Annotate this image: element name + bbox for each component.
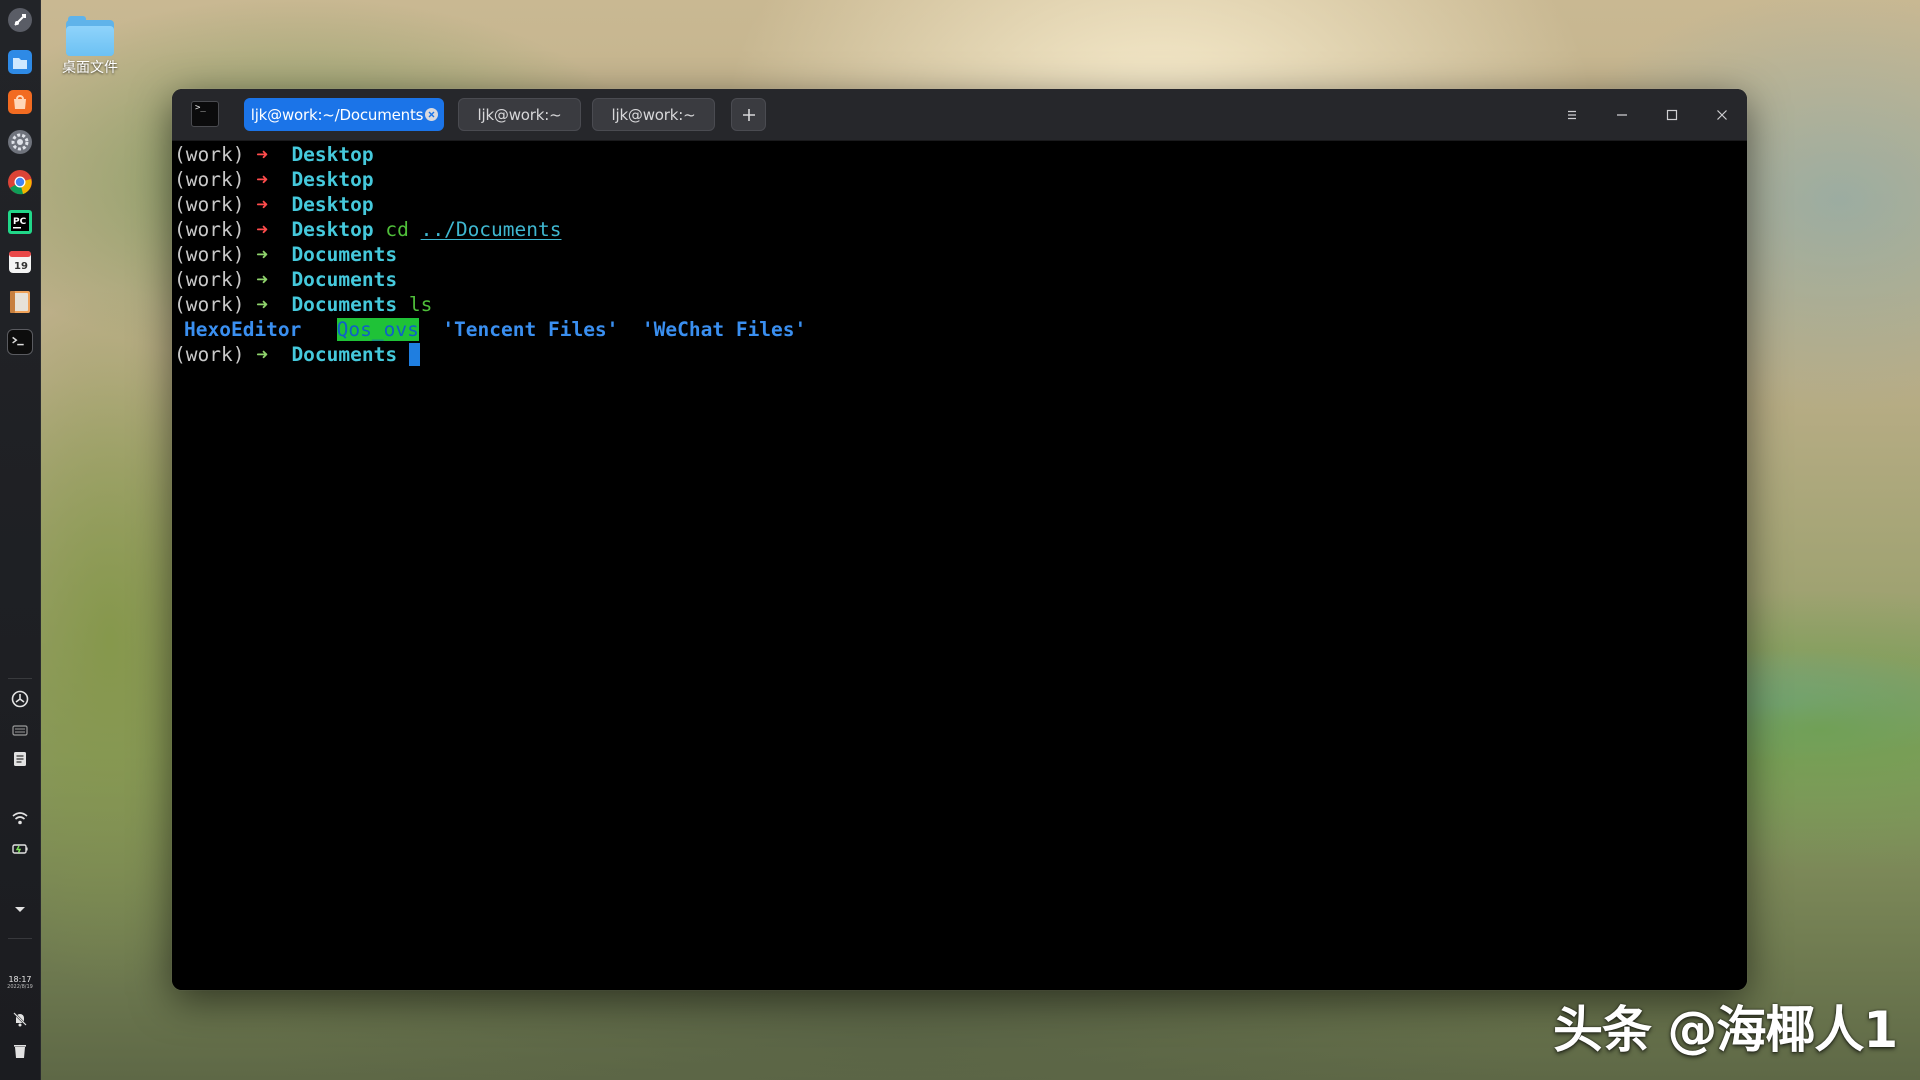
clock[interactable]: 18:17 2022/8/19	[0, 975, 40, 991]
notepad-icon[interactable]	[9, 748, 31, 770]
wifi-icon[interactable]	[9, 807, 31, 829]
clock-time: 18:17	[8, 975, 32, 984]
minimize-button[interactable]	[1610, 103, 1634, 127]
app-store-icon[interactable]	[7, 89, 33, 115]
menu-button[interactable]	[1560, 103, 1584, 127]
pycharm-icon[interactable]: PC	[7, 209, 33, 235]
dock: PC 19 18:17 2022/8/19	[0, 0, 41, 1080]
pycharm-label: PC	[13, 217, 27, 227]
chrome-icon[interactable]	[7, 169, 33, 195]
tab-label: ljk@work:~	[611, 105, 696, 124]
new-tab-button[interactable]	[731, 98, 766, 131]
watermark: 头条 @海椰人1	[1553, 1001, 1898, 1059]
terminal-window: >_ ljk@work:~/Documents ljk@work:~ ljk@w…	[172, 89, 1747, 990]
chevron-down-icon[interactable]	[9, 898, 31, 920]
terminal-line: (work) ➜ Desktop	[174, 193, 374, 216]
close-button[interactable]	[1710, 103, 1734, 127]
terminal-line: (work) ➜ Desktop	[174, 143, 374, 166]
dock-separator	[8, 938, 32, 939]
app-tray-icon[interactable]	[9, 688, 31, 710]
titlebar[interactable]: >_ ljk@work:~/Documents ljk@work:~ ljk@w…	[172, 89, 1747, 141]
menu-icon	[1568, 110, 1576, 120]
terminal-app-icon-text: >_	[195, 103, 206, 113]
desktop-folder-label: 桌面文件	[62, 60, 118, 76]
tab-label: ljk@work:~	[477, 105, 562, 124]
ls-entry: 'Tencent Files'	[442, 318, 619, 341]
ls-entry: Qos_ovs	[336, 318, 419, 341]
settings-icon[interactable]	[7, 129, 33, 155]
battery-icon[interactable]	[9, 838, 31, 860]
tab-home-1[interactable]: ljk@work:~	[458, 98, 581, 131]
terminal-output[interactable]: (work) ➜ Desktop (work) ➜ Desktop (work)…	[172, 141, 1747, 990]
text-cursor	[408, 343, 420, 366]
clock-date: 2022/8/19	[7, 984, 33, 990]
desktop-folder[interactable]: 桌面文件	[60, 16, 120, 77]
launcher-icon[interactable]	[7, 7, 33, 33]
close-icon	[1717, 110, 1727, 120]
tab-close-icon[interactable]	[425, 108, 438, 121]
maximize-icon	[1666, 109, 1678, 121]
tab-documents[interactable]: ljk@work:~/Documents	[244, 98, 444, 131]
notes-icon[interactable]	[7, 289, 33, 315]
terminal-line: (work) ➜ Documents	[174, 243, 398, 266]
folder-icon	[66, 16, 114, 56]
notifications-off-icon[interactable]	[9, 1008, 31, 1030]
terminal-line: (work) ➜ Desktop	[174, 168, 374, 191]
calendar-icon[interactable]: 19	[7, 249, 33, 275]
terminal-line: (work) ➜ Desktop cd ../Documents	[174, 218, 562, 241]
maximize-button[interactable]	[1660, 103, 1684, 127]
trash-icon[interactable]	[9, 1040, 31, 1062]
terminal-icon[interactable]	[7, 329, 33, 355]
ls-output: HexoEditor Qos_ovs 'Tencent Files' 'WeCh…	[184, 317, 806, 342]
terminal-app-icon: >_	[191, 101, 219, 127]
plus-icon	[742, 108, 755, 121]
minimize-icon	[1617, 114, 1627, 116]
tab-home-2[interactable]: ljk@work:~	[592, 98, 715, 131]
dock-separator	[8, 678, 32, 679]
keyboard-icon[interactable]	[9, 719, 31, 741]
calendar-day: 19	[14, 261, 28, 272]
file-manager-icon[interactable]	[7, 49, 33, 75]
ls-entry: 'WeChat Files'	[641, 318, 807, 341]
current-prompt: (work) ➜ Documents	[174, 342, 420, 367]
tab-label: ljk@work:~/Documents	[250, 105, 424, 124]
terminal-line: (work) ➜ Documents	[174, 268, 398, 291]
ls-entry: HexoEditor	[184, 318, 302, 341]
terminal-line: (work) ➜ Documents ls	[174, 293, 433, 316]
